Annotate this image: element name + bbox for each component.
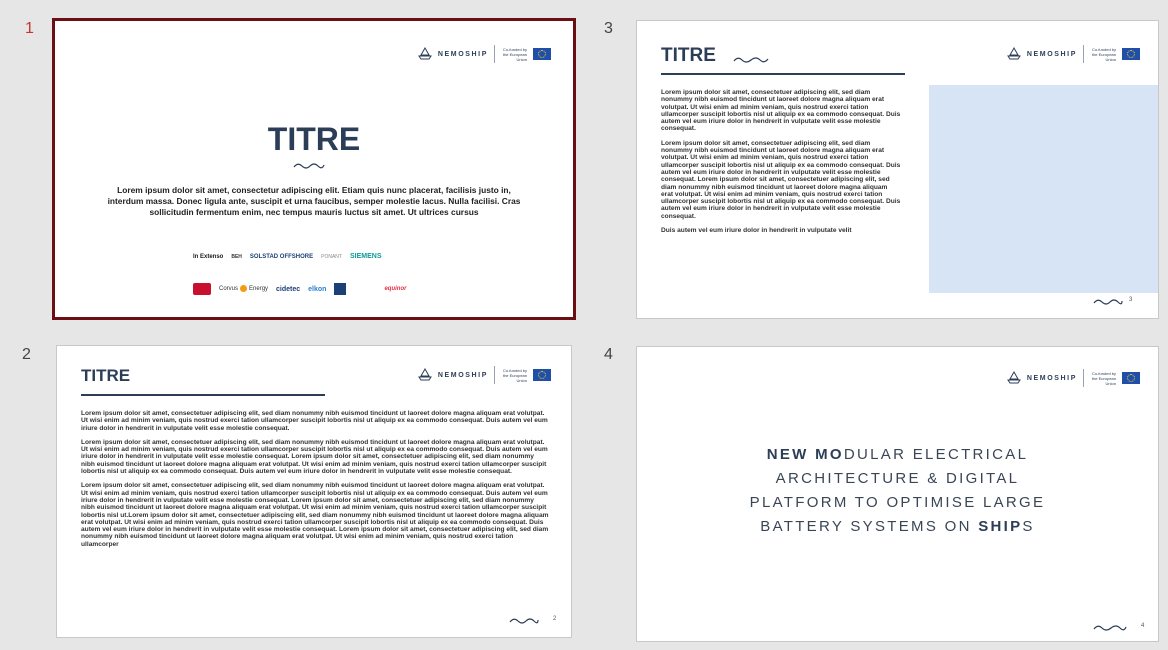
cofund-text: Co-funded by the European Union	[1091, 46, 1116, 62]
logo-cidetec: cidetec	[276, 285, 301, 293]
page-number: 2	[553, 616, 557, 622]
ship-icon	[1006, 371, 1021, 384]
wave-icon	[509, 618, 539, 624]
slide-header-logos: NEMOSHIP Co-funded by the European Union	[417, 360, 551, 390]
logo-equinor: equinor	[384, 286, 407, 292]
logo-ponant: PONANT	[321, 253, 342, 260]
slide-body: Lorem ipsum dolor sit amet, consectetuer…	[661, 89, 901, 235]
eu-flag-icon	[1122, 372, 1140, 384]
slide-number-1: 1	[25, 20, 34, 37]
slide-title: TITRE	[267, 121, 361, 157]
logo-university-text	[354, 287, 376, 291]
logo-siemens: SIEMENS	[349, 253, 382, 260]
wave-icon	[733, 57, 769, 63]
slide-thumbnail-2[interactable]: NEMOSHIP Co-funded by the European Union…	[56, 345, 572, 638]
slide-thumbnail-3[interactable]: NEMOSHIP Co-funded by the European Union…	[636, 20, 1159, 319]
header-divider	[1083, 369, 1084, 387]
cofund-text: Co-funded by the European Union	[1091, 370, 1116, 386]
header-divider	[494, 45, 495, 63]
eu-flag-icon	[533, 369, 551, 381]
slide-header-logos: NEMOSHIP Co-funded by the European Union	[1006, 363, 1140, 393]
header-divider	[1083, 45, 1084, 63]
project-headline: NEW MODULAR ELECTRICAL ARCHITECTURE & DI…	[749, 446, 1046, 535]
page-number: 4	[1141, 623, 1145, 629]
logo-corvus: Corvus Energy	[219, 285, 269, 293]
brand-name: NEMOSHIP	[437, 50, 488, 58]
brand-name: NEMOSHIP	[1026, 374, 1077, 382]
logo-university-mark	[334, 283, 347, 295]
wave-icon	[293, 163, 325, 169]
logo-solstad: SOLSTAD OFFSHORE	[249, 253, 314, 260]
eu-flag-icon	[533, 48, 551, 60]
partner-logos-row-1: In Extenso BEH SOLSTAD OFFSHORE PONANT S…	[193, 253, 382, 260]
header-divider	[494, 366, 495, 384]
slide-title: TITRE	[661, 45, 716, 66]
image-placeholder	[929, 85, 1158, 293]
eu-flag-icon	[1122, 48, 1140, 60]
cofund-text: Co-funded by the European Union	[502, 46, 527, 62]
slide-number-4: 4	[604, 346, 613, 363]
slide-title: TITRE	[81, 366, 131, 385]
ship-icon	[417, 47, 432, 60]
wave-icon	[1093, 625, 1127, 631]
slide-header-logos: NEMOSHIP Co-funded by the European Union	[417, 39, 551, 69]
title-underline	[81, 394, 325, 396]
slide-number-2: 2	[22, 346, 31, 363]
logo-in-extenso: In Extenso	[193, 253, 224, 260]
wave-icon	[1093, 299, 1123, 305]
slide-header-logos: NEMOSHIP Co-funded by the European Union	[1006, 39, 1140, 69]
ship-icon	[1006, 47, 1021, 60]
brand-name: NEMOSHIP	[437, 371, 488, 379]
page-number: 3	[1129, 297, 1133, 303]
slide-number-3: 3	[604, 20, 613, 37]
logo-beh: BEH	[231, 253, 242, 260]
slide-body: Lorem ipsum dolor sit amet, consectetuer…	[81, 410, 549, 548]
slide-body: Lorem ipsum dolor sit amet, consectetur …	[107, 185, 521, 217]
title-underline	[661, 73, 905, 75]
cofund-text: Co-funded by the European Union	[502, 367, 527, 383]
ship-icon	[417, 368, 432, 381]
logo-red-badge	[193, 283, 211, 295]
logo-elkon: elkon	[308, 285, 327, 293]
slide-thumbnail-4[interactable]: NEMOSHIP Co-funded by the European Union…	[636, 346, 1159, 642]
brand-name: NEMOSHIP	[1026, 50, 1077, 58]
slide-thumbnail-1[interactable]: NEMOSHIP Co-funded by the European Union…	[52, 18, 576, 320]
partner-logos-row-2: Corvus Energy cidetec elkon equinor	[193, 283, 406, 295]
